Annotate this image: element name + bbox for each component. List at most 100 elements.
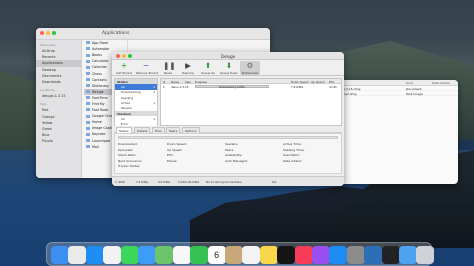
finder-titlebar[interactable]: Applications bbox=[36, 28, 270, 40]
filter-count: 1 bbox=[153, 90, 155, 95]
finder-title: Applications bbox=[102, 31, 130, 36]
add-torrent-button[interactable]: + Add Torrent bbox=[114, 61, 134, 75]
connections-count[interactable]: 1 (200) bbox=[115, 180, 125, 184]
status-field-peers: Peers: bbox=[225, 147, 235, 152]
status-field-seed-rank: Seed Rank: bbox=[283, 153, 300, 157]
status-details-panel: Downloaded: Down Speed: Seeders: Active Tim… bbox=[114, 133, 342, 174]
queue-down-label: Queue Down bbox=[219, 70, 238, 75]
tv-icon[interactable] bbox=[277, 246, 296, 264]
deluge-toolbar: + Add Torrent − Remove Torrent ❚❚ Pause ▶ Resum… bbox=[112, 60, 344, 76]
folder-icon[interactable] bbox=[399, 246, 417, 264]
downloads-finder-window[interactable]: Kind Date Added ...deluge-1.3.15.dmg Docu… bbox=[326, 80, 458, 184]
messages-icon[interactable] bbox=[120, 246, 139, 264]
calendar-icon[interactable]: 6 bbox=[207, 246, 226, 264]
pause-icon: ❚❚ bbox=[163, 61, 176, 70]
queue-down-button[interactable]: ⬇ Queue Down bbox=[219, 61, 239, 75]
status-field-uploaded: Uploaded: bbox=[118, 147, 134, 152]
sidebar-item-purple[interactable]: Purple bbox=[36, 138, 81, 144]
sidebar-section-title: Tags bbox=[40, 102, 47, 107]
deluge-window[interactable]: Deluge + Add Torrent − Remove Torrent ❚❚ Paus… bbox=[112, 52, 344, 186]
torrent-name: deluv-1.3.15 bbox=[171, 84, 189, 89]
preferences-label: Preferences bbox=[241, 70, 259, 75]
resume-button[interactable]: ▶ Resume bbox=[178, 61, 198, 75]
contacts-icon[interactable] bbox=[225, 246, 243, 264]
chrome-icon[interactable] bbox=[103, 246, 122, 264]
torrent-down-speed: 7.6 KiB/s bbox=[291, 84, 304, 89]
download-row[interactable]: ...-1.3.15-osx.dmgDisk Image bbox=[326, 91, 458, 96]
filter-count: 1 bbox=[153, 116, 155, 121]
status-field-seeding-time: Seeding Time: bbox=[283, 147, 305, 152]
remove-torrent-button[interactable]: − Remove Torrent bbox=[136, 61, 158, 75]
status-field-pieces: Pieces: bbox=[167, 158, 178, 163]
upload-speed[interactable]: 0.0 KiB/s bbox=[158, 180, 170, 184]
sidebar-section-title: Favourites bbox=[40, 43, 56, 47]
arrow-up-icon: ⬆ bbox=[204, 61, 212, 70]
details-progress-bar bbox=[118, 136, 338, 139]
filter-label: Downloading bbox=[121, 90, 141, 95]
calendar-day: 6 bbox=[214, 250, 220, 260]
torrent-rows: 1 deluv-1.3.15 Downloading 0.00% 7.6 KiB/s 4… bbox=[161, 84, 341, 89]
music-icon[interactable] bbox=[294, 246, 313, 264]
launchpad-icon[interactable] bbox=[68, 246, 87, 264]
status-field-downloaded: Downloaded: bbox=[118, 142, 138, 146]
minimize-icon[interactable] bbox=[46, 31, 50, 35]
protocol-traffic[interactable]: 0.00/0.00 KiB/s bbox=[178, 180, 199, 184]
podcasts-icon[interactable] bbox=[312, 246, 330, 264]
status-field-up-speed: Up Speed: bbox=[167, 147, 183, 152]
status-field-active-time: Active Time: bbox=[283, 142, 302, 146]
status-field-availability: Availability: bbox=[225, 153, 243, 157]
zoom-icon[interactable] bbox=[52, 31, 56, 35]
filter-count: 1 bbox=[153, 84, 155, 89]
date-added-column-header[interactable]: Date Added bbox=[432, 81, 450, 85]
deluge-statusbar: 1 (200) 7.6 KiB/s 0.0 KiB/s 0.00/0.00 KiB/s… bbox=[112, 176, 344, 186]
network-status[interactable]: No Incoming Connections bbox=[206, 180, 242, 184]
appstore-icon[interactable] bbox=[329, 246, 348, 264]
finder-icon[interactable] bbox=[51, 246, 69, 264]
filter-label: Paused bbox=[121, 106, 132, 111]
sidebar-section-title: Locations bbox=[40, 88, 55, 93]
kind-column-header[interactable]: Kind bbox=[406, 81, 413, 85]
filter-state-paused[interactable]: Paused bbox=[115, 106, 157, 111]
deluge-titlebar[interactable]: Deluge bbox=[112, 52, 344, 60]
photos-icon[interactable] bbox=[172, 246, 191, 264]
maps-icon[interactable] bbox=[155, 246, 174, 264]
pause-label: Pause bbox=[163, 70, 173, 75]
finder-sidebar: Favourites AirDrop Recents Applications Desk… bbox=[36, 40, 82, 178]
gear-icon: ⚙ bbox=[246, 61, 254, 70]
mail-icon[interactable] bbox=[138, 246, 156, 264]
trash-icon[interactable] bbox=[416, 246, 435, 264]
torrent-list[interactable]: # Name Size Progress Down Speed Up Speed ETA 1… bbox=[160, 78, 342, 126]
settings-icon[interactable] bbox=[346, 246, 365, 264]
play-icon: ▶ bbox=[185, 61, 191, 70]
add-torrent-label: Add Torrent bbox=[115, 70, 133, 75]
facetime-icon[interactable] bbox=[190, 246, 209, 264]
status-field-share-ratio: Share Ratio: bbox=[118, 153, 137, 157]
arrow-down-icon: ⬇ bbox=[225, 61, 233, 70]
filter-count: 1 bbox=[153, 101, 155, 105]
dht-nodes[interactable]: 0/1 bbox=[272, 180, 277, 184]
torrent-progress-bar: Downloading 0.00% bbox=[195, 84, 269, 89]
download-speed[interactable]: 7.6 KiB/s bbox=[136, 180, 148, 184]
terminal-icon[interactable] bbox=[381, 246, 400, 264]
reminders-icon[interactable] bbox=[242, 246, 261, 264]
notes-icon[interactable] bbox=[259, 246, 278, 264]
deluge-icon[interactable] bbox=[364, 246, 383, 264]
progress-text: Downloading 0.00% bbox=[219, 85, 245, 89]
download-kind: Disk Image bbox=[406, 92, 423, 96]
close-icon[interactable] bbox=[40, 31, 44, 35]
preferences-button[interactable]: ⚙ Preferences bbox=[240, 61, 260, 75]
filter-label: All bbox=[121, 84, 125, 89]
torrent-eta: 4d 4h bbox=[329, 84, 337, 89]
filter-label: All bbox=[121, 116, 125, 121]
dock: 6 bbox=[46, 242, 435, 266]
queue-up-label: Queue Up bbox=[201, 70, 215, 75]
pause-button[interactable]: ❚❚ Pause bbox=[158, 61, 178, 75]
queue-up-button[interactable]: ⬆ Queue Up bbox=[198, 61, 218, 75]
remove-torrent-label: Remove Torrent bbox=[136, 70, 158, 75]
status-field-date-added: Date Added: bbox=[283, 158, 302, 163]
safari-icon[interactable] bbox=[85, 246, 104, 264]
filter-label: Active bbox=[121, 101, 131, 105]
torrent-row[interactable]: 1 deluv-1.3.15 Downloading 0.00% 7.6 KiB/s 4… bbox=[161, 84, 341, 89]
filter-label: Seeding bbox=[121, 95, 134, 100]
details-tabs: Status Details Files Peers Options bbox=[114, 126, 342, 133]
